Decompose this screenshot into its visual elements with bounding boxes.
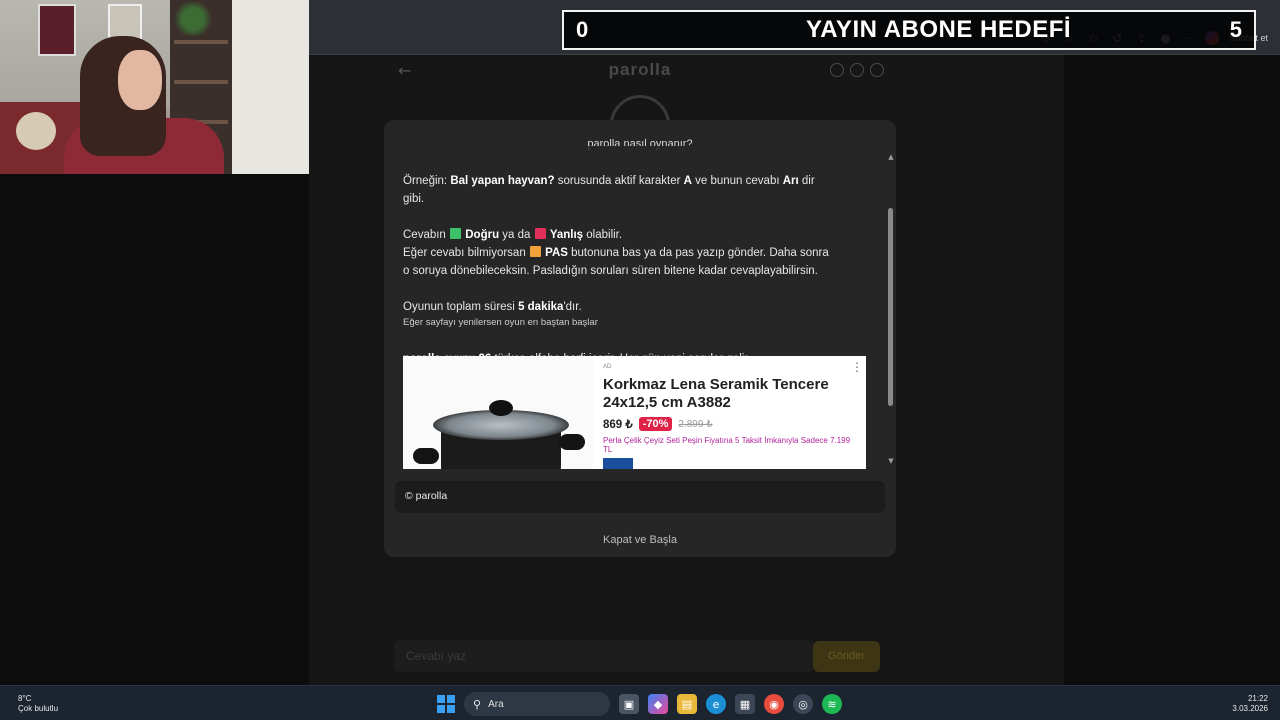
pass-label: PAS <box>545 247 568 259</box>
ad-price: 869 ₺ <box>603 419 633 431</box>
pass-suffix: butonuna bas ya da pas yazıp gönder. Dah… <box>567 247 829 259</box>
webcam-overlay <box>0 0 309 174</box>
scroll-up-icon[interactable]: ▲ <box>887 153 895 161</box>
header-icons <box>830 63 884 77</box>
store-icon[interactable]: ▦ <box>735 694 755 714</box>
pass-square-icon <box>529 246 541 257</box>
correct-square-icon <box>450 228 462 239</box>
screen: ⊖ ☆ ✩ ↺ ⇪ ● ⋯ Sohbet et ← parolla Cevabı… <box>0 0 1280 720</box>
answer-input[interactable]: Cevabı yaz <box>394 640 814 672</box>
system-clock[interactable]: 21:22 3.03.2026 <box>1232 694 1268 714</box>
pass-line-cont: o soruya dönebileceksin. Pasladığın soru… <box>403 265 818 277</box>
ad-old-price: 2.899 ₺ <box>678 418 713 430</box>
stats-icon[interactable] <box>850 63 864 77</box>
refresh-note: Eğer sayfayı yenilersen oyun en baştan b… <box>403 317 598 328</box>
time-prefix: Oyunun toplam süresi <box>403 301 519 313</box>
ad-description[interactable]: Perla Çelik Çeyiz Seti Peşin Fiyatına 5 … <box>603 436 855 454</box>
page-margin-right <box>1064 55 1280 685</box>
example-line-cont: gibi. <box>403 193 425 205</box>
scroll-fade <box>384 146 882 156</box>
advertisement[interactable]: AD ⋮ Korkmaz Lena Seramik Tencere 24x12,… <box>403 356 866 469</box>
time-value: 5 dakika <box>518 301 564 313</box>
copyright-bar: © parolla <box>395 481 885 513</box>
info-icon[interactable] <box>830 63 844 77</box>
close-and-start-button[interactable]: Kapat ve Başla <box>384 534 896 546</box>
ad-tag: AD <box>603 364 612 370</box>
game-header: ← parolla <box>384 55 896 87</box>
ad-price-row: 869 ₺ -70% 2.899 ₺ <box>603 417 713 431</box>
goal-target-count: 5 <box>1229 17 1242 42</box>
ad-title[interactable]: Korkmaz Lena Seramik Tencere 24x12,5 cm … <box>603 376 853 412</box>
chrome-icon[interactable]: ◉ <box>764 694 784 714</box>
weather-temp: 8°C <box>18 694 32 703</box>
or-text: ya da <box>499 229 534 241</box>
spotify-icon[interactable]: ≋ <box>822 694 842 714</box>
example-prefix: Örneğin: <box>403 175 451 187</box>
taskbar: 8°C Çok bulutlu ⚲ Ara ▣ ◆ ▤ e ▦ ◉ ◎ ≋ 21… <box>0 685 1280 720</box>
ad-discount-badge: -70% <box>638 417 673 431</box>
search-icon: ⚲ <box>473 697 482 711</box>
windows-start-icon[interactable] <box>437 695 455 713</box>
correct-label: Doğru <box>465 229 500 241</box>
edge-browser-icon[interactable]: e <box>706 694 726 714</box>
instructions-text: Örneğin: Bal yapan hayvan? sorusunda akt… <box>403 172 863 368</box>
answer-suffix: olabilir. <box>583 229 623 241</box>
example-suffix: dir <box>798 175 815 187</box>
clock-date: 3.03.2026 <box>1232 704 1268 713</box>
answer-types-line: Cevabın Doğru ya da Yanlış olabilir. <box>403 226 863 244</box>
brand-logo-badge <box>603 458 633 469</box>
example-letter: A <box>683 175 692 187</box>
weather-widget[interactable]: 8°C Çok bulutlu <box>18 694 58 714</box>
answer-prefix: Cevabın <box>403 229 450 241</box>
example-line: Örneğin: Bal yapan hayvan? sorusunda akt… <box>403 172 863 190</box>
search-placeholder: Ara <box>488 698 504 710</box>
example-answer: Arı <box>782 175 799 187</box>
file-explorer-icon[interactable]: ▤ <box>677 694 697 714</box>
weather-desc: Çok bulutlu <box>18 704 59 713</box>
page-margin-left <box>0 174 309 685</box>
pass-prefix: Eğer cevabı bilmiyorsan <box>403 247 529 259</box>
example-mid2: ve bunun cevabı <box>691 175 783 187</box>
user-icon[interactable] <box>870 63 884 77</box>
example-mid: sorusunda aktif karakter <box>554 175 684 187</box>
pass-line: Eğer cevabı bilmiyorsan PAS butonuna bas… <box>403 244 863 262</box>
scroll-thumb[interactable] <box>888 208 893 406</box>
wrong-label: Yanlış <box>549 229 584 241</box>
clock-time: 21:22 <box>1247 694 1268 703</box>
brand-logo: parolla <box>608 60 672 79</box>
example-question: Bal yapan hayvan? <box>450 175 555 187</box>
product-image[interactable] <box>403 356 593 469</box>
obs-icon[interactable]: ◎ <box>793 694 813 714</box>
task-view-icon[interactable]: ▣ <box>619 694 639 714</box>
send-button[interactable]: Gönder <box>813 641 880 672</box>
goal-title: YAYIN ABONE HEDEFİ <box>806 16 1072 43</box>
scroll-down-icon[interactable]: ▼ <box>887 457 895 465</box>
taskbar-search[interactable]: ⚲ Ara <box>464 692 610 716</box>
taskbar-apps: ⚲ Ara ▣ ◆ ▤ e ▦ ◉ ◎ ≋ <box>437 691 842 717</box>
subscriber-goal-banner: 0 YAYIN ABONE HEDEFİ 5 <box>562 10 1256 50</box>
wrong-square-icon <box>534 228 546 239</box>
ad-options-icon[interactable]: ⋮ <box>851 360 863 374</box>
time-line: Oyunun toplam süresi 5 dakika'dır. <box>403 298 863 316</box>
time-suffix: 'dır. <box>563 301 582 313</box>
modal-scrollbar[interactable]: ▲ ▼ <box>885 151 897 468</box>
copilot-app-icon[interactable]: ◆ <box>648 694 668 714</box>
goal-start-count: 0 <box>576 17 589 42</box>
